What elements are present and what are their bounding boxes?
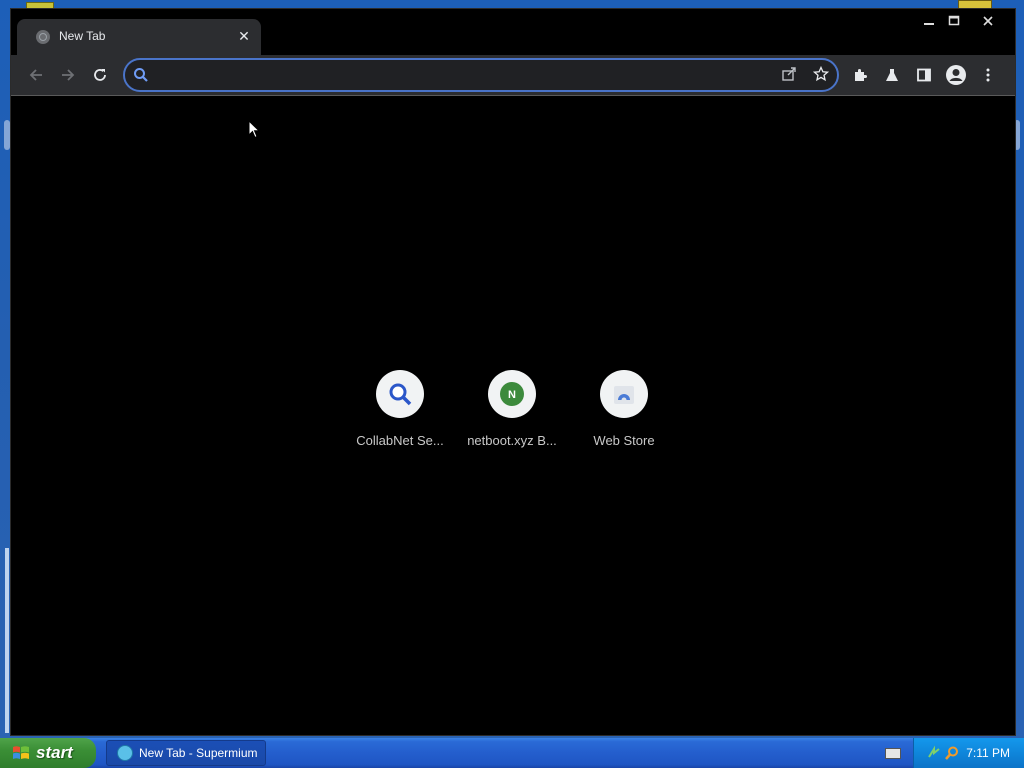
profile-button[interactable] xyxy=(944,63,968,87)
side-panel-icon xyxy=(917,68,931,82)
maximize-icon xyxy=(948,15,960,26)
magnifier-icon xyxy=(389,383,412,406)
extensions-button[interactable] xyxy=(848,63,872,87)
browser-window: New Tab ✕ CollabNet Se... N netboot.xyz … xyxy=(10,8,1016,736)
keyboard-layout-icon[interactable] xyxy=(885,748,901,759)
shortcut-label: Web Store xyxy=(593,433,655,448)
svg-text:N: N xyxy=(508,389,516,401)
search-icon xyxy=(133,67,149,88)
netboot-n-icon: N xyxy=(500,382,524,406)
browser-toolbar xyxy=(11,55,1015,96)
taskbar-item-label: New Tab - Supermium xyxy=(139,746,258,760)
shortcut-netboot[interactable]: N netboot.xyz B... xyxy=(456,370,568,448)
windows-flag-icon xyxy=(13,746,29,759)
shortcut-label: netboot.xyz B... xyxy=(467,433,557,448)
shortcut-tile[interactable] xyxy=(600,370,648,418)
supermium-icon xyxy=(117,745,133,761)
kebab-menu-icon xyxy=(986,68,990,82)
clock[interactable]: 7:11 PM xyxy=(966,746,1010,760)
minimize-icon xyxy=(924,23,934,25)
mouse-cursor-icon xyxy=(248,120,261,139)
shortcut-collabnet[interactable]: CollabNet Se... xyxy=(344,370,456,448)
puzzle-icon xyxy=(855,69,867,81)
start-label: start xyxy=(36,743,73,762)
back-button[interactable] xyxy=(24,63,48,87)
taskbar: start New Tab - Supermium 7:11 PM xyxy=(0,738,1024,768)
tab-title: New Tab xyxy=(59,29,106,43)
tab-close-icon[interactable]: ✕ xyxy=(234,26,254,46)
bookmark-star-icon[interactable] xyxy=(812,65,830,87)
shortcut-label: CollabNet Se... xyxy=(356,433,444,448)
shortcut-web-store[interactable]: Web Store xyxy=(568,370,680,448)
webstore-icon xyxy=(614,386,634,404)
minimize-button[interactable] xyxy=(917,13,941,29)
shortcut-tile[interactable] xyxy=(376,370,424,418)
arrow-left-icon xyxy=(29,69,42,81)
system-tray: 7:11 PM xyxy=(913,738,1024,768)
reload-button[interactable] xyxy=(88,63,112,87)
flask-icon xyxy=(886,69,898,81)
tab-new-tab[interactable]: New Tab ✕ xyxy=(17,19,261,55)
network-arrows-icon[interactable] xyxy=(926,745,942,761)
address-input[interactable] xyxy=(155,60,759,92)
side-panel-button[interactable] xyxy=(912,63,936,87)
new-tab-page: CollabNet Se... N netboot.xyz B... Web S… xyxy=(11,96,1015,735)
search-tray-icon[interactable] xyxy=(944,745,960,761)
shortcut-tile[interactable]: N xyxy=(488,370,536,418)
profile-avatar-icon xyxy=(946,65,966,85)
globe-icon xyxy=(36,30,50,44)
reload-icon xyxy=(94,69,106,81)
address-bar[interactable] xyxy=(123,58,839,92)
title-bar: New Tab ✕ xyxy=(11,9,1015,55)
arrow-right-icon xyxy=(62,69,75,81)
background-window-edge-left-lower xyxy=(5,548,9,733)
taskbar-item-supermium[interactable]: New Tab - Supermium xyxy=(106,740,266,766)
start-button[interactable]: start xyxy=(0,738,96,768)
close-icon xyxy=(983,16,993,26)
maximize-button[interactable] xyxy=(942,13,966,29)
close-window-button[interactable] xyxy=(976,13,1000,29)
menu-button[interactable] xyxy=(976,63,1000,87)
share-icon[interactable] xyxy=(781,66,797,87)
labs-button[interactable] xyxy=(880,63,904,87)
forward-button[interactable] xyxy=(56,63,80,87)
